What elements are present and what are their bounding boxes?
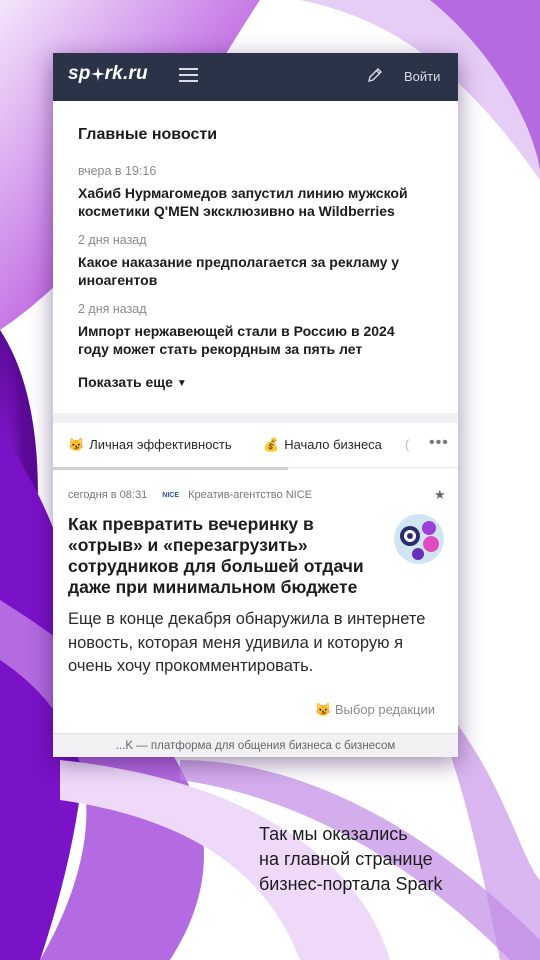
news-time: 2 дня назад: [78, 302, 147, 316]
tab-business-start[interactable]: 💰 Начало бизнеса: [263, 437, 382, 453]
show-more-button[interactable]: Показать еще ▼: [78, 374, 187, 390]
phone-screen: sp rk.ru Войти Главные новости вчера в 19…: [53, 53, 458, 757]
editors-choice-text: Выбор редакции: [334, 702, 435, 717]
site-logo[interactable]: sp rk.ru: [68, 63, 148, 85]
news-headline[interactable]: Импорт нержавеющей стали в Россию в 2024…: [78, 322, 428, 358]
footer-text: ...K — платформа для общения бизнеса с б…: [53, 733, 458, 757]
money-bag-icon: 💰: [263, 437, 280, 452]
tab-personal-efficiency[interactable]: 😼 Личная эффективность: [68, 437, 232, 453]
news-item[interactable]: 2 дня назад Импорт нержавеющей стали в Р…: [78, 302, 428, 358]
card-text: Еще в конце декабря обнаружила в интерне…: [68, 610, 426, 675]
star-icon[interactable]: ★: [434, 487, 446, 503]
editors-choice-label: 😼 Выбор редакции: [315, 702, 435, 718]
main-news-title: Главные новости: [78, 126, 218, 143]
tab-label: Начало бизнеса: [284, 437, 382, 452]
section-divider: [53, 413, 458, 423]
caption: Так мы оказались на главной странице биз…: [259, 822, 519, 897]
news-headline[interactable]: Хабиб Нурмагомедов запустил линию мужско…: [78, 184, 428, 220]
cat-emoji-icon: 😼: [68, 437, 85, 452]
category-tabs: 😼 Личная эффективность 💰 Начало бизнеса ( …: [53, 423, 458, 470]
news-item[interactable]: вчера в 19:16 Хабиб Нурмагомедов запусти…: [78, 164, 428, 220]
caption-line: на главной странице: [259, 849, 433, 869]
caption-line: Так мы оказались: [259, 824, 408, 844]
main-news-section: Главные новости вчера в 19:16 Хабиб Нурм…: [78, 126, 438, 357]
show-more-label: Показать еще: [78, 374, 173, 390]
tab-overflow-fade: (: [405, 437, 410, 452]
login-button[interactable]: Войти: [404, 69, 440, 84]
source-logo: NICE: [162, 492, 179, 499]
news-time: 2 дня назад: [78, 233, 147, 247]
tab-scroll-indicator: [53, 467, 288, 470]
card-meta: сегодня в 08:31 NICE Креатив-агентство N…: [68, 489, 312, 501]
card-title[interactable]: Как превратить вечеринку в «отрыв» и «пе…: [68, 514, 368, 598]
hamburger-menu-icon[interactable]: [179, 68, 198, 84]
card-source[interactable]: Креатив-агентство NICE: [188, 489, 312, 501]
news-time: вчера в 19:16: [78, 164, 157, 178]
tab-label: Личная эффективность: [89, 437, 232, 452]
cat-emoji-icon: 😼: [315, 702, 332, 717]
pencil-icon[interactable]: [366, 66, 384, 84]
card-time: сегодня в 08:31: [68, 489, 148, 501]
top-bar: sp rk.ru Войти: [53, 53, 458, 101]
caret-down-icon: ▼: [176, 378, 187, 389]
news-headline[interactable]: Какое наказание предполагается за реклам…: [78, 253, 428, 289]
news-item[interactable]: 2 дня назад Какое наказание предполагает…: [78, 233, 428, 289]
author-avatar[interactable]: [394, 514, 444, 564]
logo-star-icon: [90, 67, 105, 81]
more-tabs-icon[interactable]: •••: [429, 434, 449, 452]
caption-line: бизнес-портала Spark: [259, 874, 443, 894]
